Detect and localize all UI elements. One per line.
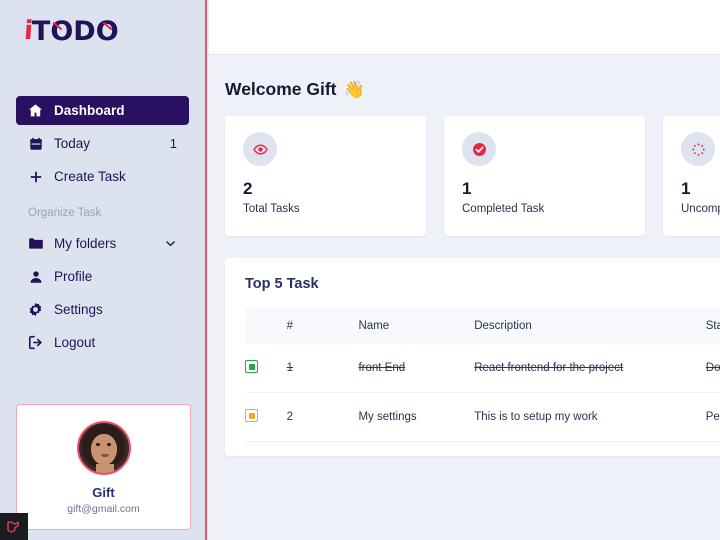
sidebar-item-my-folders[interactable]: My folders: [16, 229, 189, 258]
sidebar-item-label: Dashboard: [54, 103, 125, 118]
user-icon: [28, 269, 43, 284]
row-name: front End: [358, 344, 475, 393]
table-row[interactable]: 2 My settings This is to setup my work P…: [245, 392, 720, 442]
dotted-circle-icon: [681, 132, 715, 166]
sidebar-item-logout[interactable]: Logout: [16, 328, 189, 357]
tasks-table: # Name Description Status 1 front End Re…: [245, 308, 720, 442]
sidebar-item-label: My folders: [54, 236, 117, 251]
sidebar-item-create-task[interactable]: Create Task: [16, 162, 189, 191]
profile-name: Gift: [92, 485, 115, 500]
logout-icon: [28, 335, 43, 350]
row-description: This is to setup my work: [474, 392, 706, 442]
sidebar-item-settings[interactable]: Settings: [16, 295, 189, 324]
stat-value: 1: [681, 179, 691, 198]
topbar: [209, 0, 720, 55]
table-header-name: Name: [358, 320, 390, 332]
row-index: 1: [286, 344, 359, 393]
row-checkbox-cell[interactable]: [245, 392, 287, 442]
calendar-icon: [28, 136, 43, 151]
table-row[interactable]: 1 front End React frontend for the proje…: [245, 344, 720, 393]
sidebar: i TODO Dashboard Today 1 Create Task Org…: [0, 0, 207, 540]
sidebar-item-label: Logout: [54, 335, 96, 350]
table-header-status: Status: [705, 320, 720, 332]
page-title: Welcome Gift 👋: [225, 79, 720, 100]
welcome-text: Welcome Gift: [225, 79, 337, 99]
row-checkbox-cell[interactable]: [245, 344, 287, 393]
table-header-row: # Name Description Status: [245, 308, 720, 344]
sidebar-section-label: Organize Task: [28, 207, 102, 219]
row-index: 2: [286, 392, 359, 442]
laravel-logo-icon[interactable]: [0, 513, 28, 540]
stat-cards: 2 Total Tasks 1 Completed Task 1 Uncom: [225, 116, 720, 236]
waving-hand-icon: 👋: [343, 79, 365, 99]
sidebar-item-label: Today: [54, 136, 91, 151]
sidebar-item-dashboard[interactable]: Dashboard: [16, 96, 189, 125]
stat-value: 2: [243, 179, 253, 198]
panel-title: Top 5 Task: [245, 276, 319, 292]
folder-icon: [28, 236, 43, 251]
avatar: [76, 421, 131, 475]
task-checkbox[interactable]: [245, 409, 258, 422]
sidebar-nav: Dashboard Today 1 Create Task Organize T…: [0, 96, 205, 357]
sidebar-item-label: Settings: [54, 302, 103, 317]
row-status: Done: [705, 344, 720, 393]
table-header-description: Description: [474, 320, 532, 332]
row-name: My settings: [358, 392, 475, 442]
task-checkbox[interactable]: [245, 360, 258, 373]
row-status: Pending: [705, 392, 720, 442]
dashboard-content: Welcome Gift 👋 2 Total Tasks 1 Completed…: [209, 55, 720, 540]
row-description: React frontend for the project: [474, 344, 706, 393]
app-logo[interactable]: i TODO: [0, 0, 205, 62]
stat-label: Uncompleted Task: [681, 202, 720, 215]
profile-card[interactable]: Gift gift@gmail.com: [16, 404, 191, 530]
stat-label: Total Tasks: [243, 202, 300, 215]
stat-label: Completed Task: [462, 202, 545, 215]
stat-card-uncompleted-tasks[interactable]: 1 Uncompleted Task: [663, 116, 720, 236]
top-tasks-panel: Top 5 Task # Name Description Status: [225, 258, 720, 456]
plus-icon: [28, 169, 43, 184]
stat-card-completed-tasks[interactable]: 1 Completed Task: [444, 116, 645, 236]
sidebar-item-profile[interactable]: Profile: [16, 262, 189, 291]
sidebar-item-today[interactable]: Today 1: [16, 129, 189, 158]
logo-text-value: TODO: [31, 15, 119, 47]
main-area: Welcome Gift 👋 2 Total Tasks 1 Completed…: [209, 0, 720, 540]
table-header-index: #: [286, 320, 294, 332]
stat-value: 1: [462, 179, 472, 198]
home-icon: [28, 103, 43, 118]
table-header-checkbox: [245, 308, 287, 344]
check-circle-icon: [462, 132, 496, 166]
profile-email: gift@gmail.com: [67, 503, 140, 515]
sidebar-item-label: Profile: [54, 269, 93, 284]
sidebar-item-label: Create Task: [54, 169, 126, 184]
eye-icon: [243, 132, 277, 166]
today-count-badge: 1: [169, 136, 177, 151]
stat-card-total-tasks[interactable]: 2 Total Tasks: [225, 116, 426, 236]
gear-icon: [28, 302, 43, 317]
chevron-down-icon[interactable]: [164, 237, 177, 250]
logo-text: TODO: [32, 18, 119, 45]
